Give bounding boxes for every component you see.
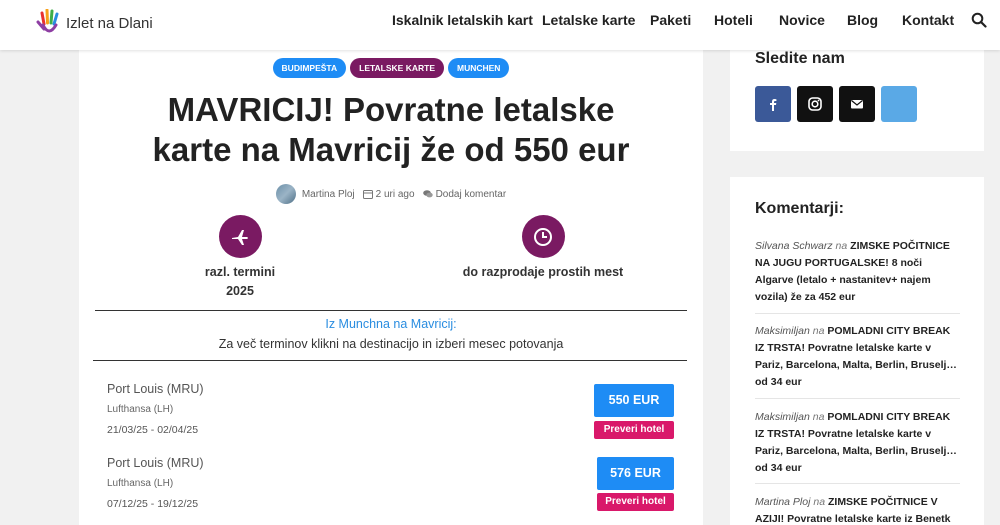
deal-dates: 07/12/25 - 19/12/25: [107, 498, 199, 510]
comment-divider: [755, 313, 960, 314]
feature-availability: do razprodaje prostih mest: [443, 215, 643, 282]
tag-munchen[interactable]: MUNCHEN: [448, 58, 510, 78]
nav-paketi[interactable]: Paketi: [650, 12, 691, 28]
author-avatar[interactable]: [275, 184, 296, 204]
nav-novice[interactable]: Novice: [779, 12, 825, 28]
hand-logo-icon: [36, 9, 59, 33]
article-title: MAVRICIJ! Povratne letalske karte na Mav…: [152, 91, 630, 168]
follow-widget: Sledite nam: [730, 50, 984, 151]
comment-item: Maksimiljan na POMLADNI CITY BREAK IZ TR…: [755, 325, 957, 388]
deal-row[interactable]: Port Louis (MRU) Lufthansa (LH) 07/12/25…: [107, 456, 677, 525]
follow-title: Sledite nam: [755, 50, 845, 67]
site-name: Izlet na Dlani: [66, 14, 153, 32]
deal-row[interactable]: Port Louis (MRU) Lufthansa (LH) 21/03/25…: [107, 382, 677, 452]
calendar-icon: [362, 190, 373, 199]
feature-availability-label: do razprodaje prostih mest: [462, 265, 624, 279]
check-hotel-button[interactable]: Preveri hotel: [597, 493, 674, 511]
comment-item: Martina Ploj na ZIMSKE POČITNICE V AZIJI…: [755, 496, 951, 525]
feature-dates: razl. termini 2025: [140, 215, 340, 301]
check-hotel-button[interactable]: Preveri hotel: [594, 421, 674, 439]
comment-author[interactable]: Maksimiljan: [755, 411, 810, 423]
mail-button[interactable]: [839, 86, 875, 122]
comment-item: Maksimiljan na POMLADNI CITY BREAK IZ TR…: [755, 411, 957, 474]
price-button[interactable]: 576 EUR: [597, 457, 674, 490]
clock-icon: [534, 227, 552, 246]
comments-widget: Komentarji: Silvana Schwarz na ZIMSKE PO…: [730, 177, 984, 525]
comment-item: Silvana Schwarz na ZIMSKE POČITNICE NA J…: [755, 240, 950, 303]
mail-icon: [851, 100, 863, 109]
deal-destination[interactable]: Port Louis (MRU): [107, 382, 204, 396]
nav-letalske-karte[interactable]: Letalske karte: [542, 12, 635, 28]
nav-hoteli[interactable]: Hoteli: [714, 12, 753, 28]
tag-budimpesta[interactable]: BUDIMPEŠTA: [272, 58, 347, 78]
tag-letalske-karte[interactable]: LETALSKE KARTE: [350, 58, 444, 78]
comment-author[interactable]: Martina Ploj: [755, 496, 810, 508]
add-comment-link[interactable]: Dodaj komentar: [436, 189, 507, 200]
site-header: Izlet na Dlani Iskalnik letalskih kart L…: [0, 0, 1000, 50]
nav-kontakt[interactable]: Kontakt: [902, 12, 954, 28]
feature-dates-label: razl. termini 2025: [204, 265, 276, 298]
search-icon[interactable]: [971, 12, 987, 28]
comment-divider: [755, 483, 960, 484]
article-meta: Martina Ploj 2 uri ago Dodaj komentar: [79, 184, 703, 204]
social-button[interactable]: [881, 86, 917, 122]
nav-blog[interactable]: Blog: [847, 12, 878, 28]
blank-social-icon: [892, 97, 906, 111]
price-button[interactable]: 550 EUR: [594, 384, 674, 417]
article-card: BUDIMPEŠTA LETALSKE KARTE MUNCHEN MAVRIC…: [79, 50, 703, 525]
instagram-icon: [808, 97, 822, 111]
deal-airline: Lufthansa (LH): [107, 478, 174, 489]
instagram-button[interactable]: [797, 86, 833, 122]
tag-list: BUDIMPEŠTA LETALSKE KARTE MUNCHEN: [79, 58, 703, 78]
deal-dates: 21/03/25 - 02/04/25: [107, 424, 199, 436]
site-logo[interactable]: Izlet na Dlani: [36, 9, 153, 37]
facebook-icon: [770, 99, 777, 111]
comment-divider: [755, 398, 960, 399]
comments-title: Komentarji:: [755, 200, 844, 217]
route-subtitle: Za več terminov klikni na destinacijo in…: [218, 337, 564, 351]
comment-author[interactable]: Silvana Schwarz: [755, 240, 833, 252]
deal-airline: Lufthansa (LH): [107, 404, 174, 415]
deal-destination[interactable]: Port Louis (MRU): [107, 456, 204, 470]
facebook-button[interactable]: [755, 86, 791, 122]
comment-author[interactable]: Maksimiljan: [755, 325, 810, 337]
author-name[interactable]: Martina Ploj: [302, 189, 355, 200]
route-title[interactable]: Iz Munchna na Mavricij:: [79, 317, 703, 331]
nav-iskalnik[interactable]: Iskalnik letalskih kart: [392, 12, 533, 28]
divider-bottom: [93, 360, 687, 361]
feature-availability-circle: [521, 215, 565, 258]
comments-icon: [422, 190, 433, 198]
divider-top: [95, 310, 687, 311]
feature-dates-circle: [218, 215, 262, 258]
airplane-icon: [232, 229, 248, 245]
post-time: 2 uri ago: [375, 188, 415, 200]
